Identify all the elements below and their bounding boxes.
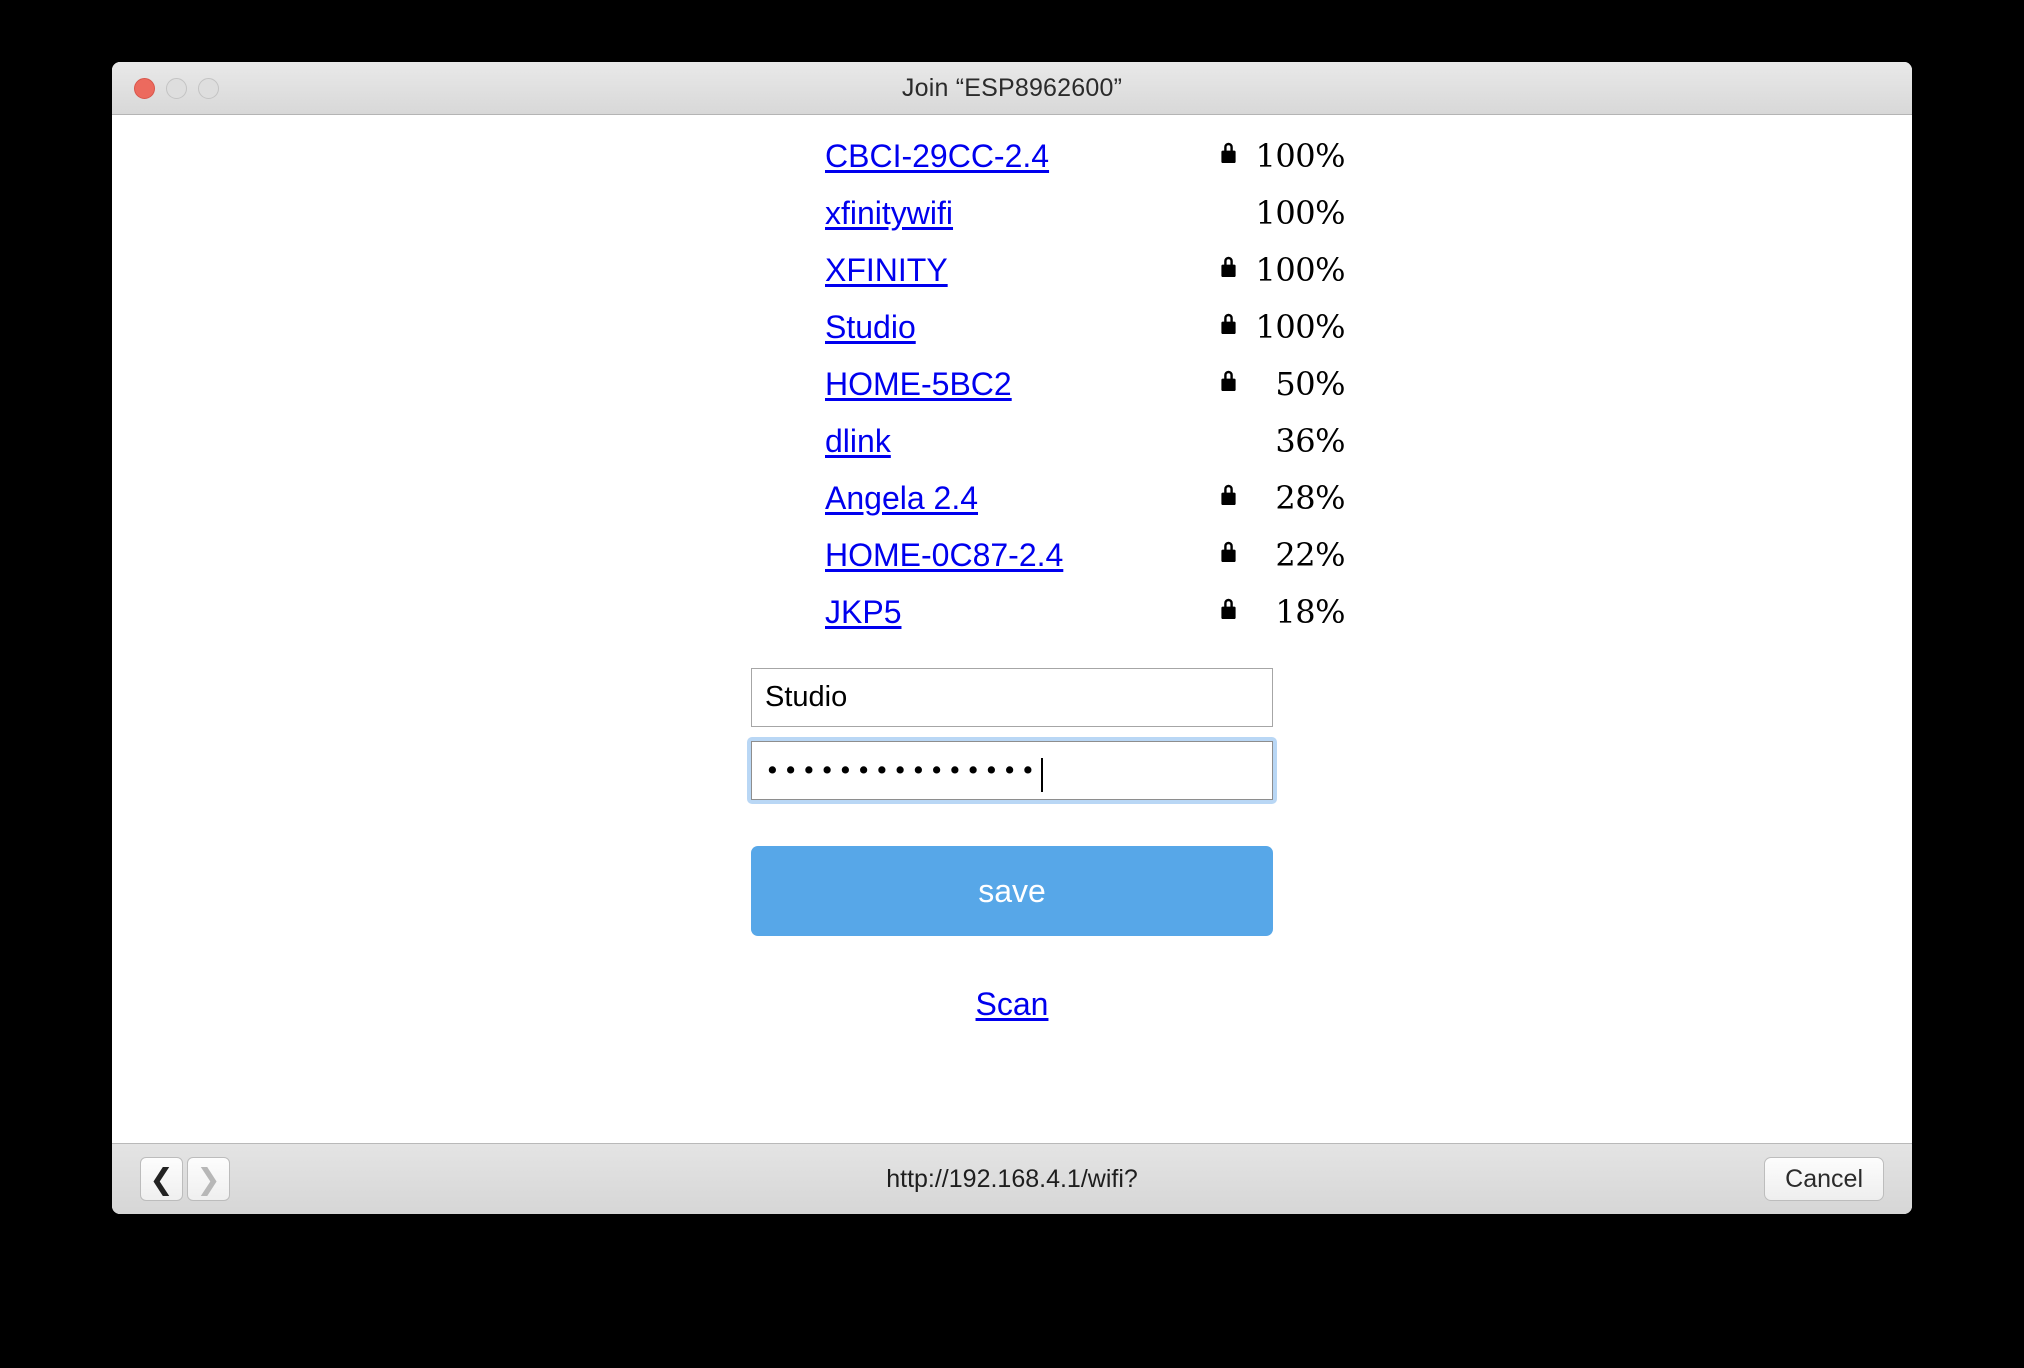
wifi-form: Studio ••••••••••••••• save Scan — [747, 668, 1277, 1023]
network-row: JKP5 18% — [825, 593, 1346, 650]
url-text: http://192.168.4.1/wifi? — [886, 1164, 1138, 1193]
network-row: Studio 100% — [825, 308, 1346, 365]
network-status: 18% — [1190, 593, 1346, 631]
scan-link-container: Scan — [751, 986, 1273, 1023]
lock-icon — [1213, 596, 1243, 621]
network-signal-strength: 22% — [1275, 536, 1345, 574]
network-row: CBCI-29CC-2.4 100% — [825, 137, 1346, 194]
network-signal-strength: 36% — [1275, 422, 1345, 460]
network-ssid-link[interactable]: JKP5 — [825, 594, 1190, 631]
network-signal-strength: 28% — [1275, 479, 1345, 517]
cancel-button[interactable]: Cancel — [1764, 1157, 1884, 1201]
close-window-icon[interactable] — [134, 77, 155, 99]
network-row: dlink 36% — [825, 422, 1346, 479]
back-button[interactable]: ❮ — [140, 1157, 183, 1201]
network-list: CBCI-29CC-2.4 100% xfinitywifi 100% XFINITY 1… — [679, 137, 1346, 650]
password-input[interactable]: ••••••••••••••• — [751, 741, 1273, 800]
cancel-button-label: Cancel — [1785, 1164, 1863, 1193]
network-status: 22% — [1190, 536, 1346, 574]
lock-icon — [1213, 254, 1243, 279]
lock-icon — [1213, 482, 1243, 507]
navigation-button-group: ❮ ❯ — [140, 1157, 230, 1201]
chevron-right-icon: ❯ — [196, 1161, 221, 1196]
network-ssid-link[interactable]: HOME-5BC2 — [825, 366, 1190, 403]
window-title: Join “ESP8962600” — [901, 73, 1123, 102]
password-focus-ring: ••••••••••••••• — [747, 737, 1277, 804]
network-status: 100% — [1190, 251, 1346, 289]
ssid-input[interactable]: Studio — [751, 668, 1273, 727]
browser-bottom-bar: ❮ ❯ http://192.168.4.1/wifi? Cancel — [112, 1143, 1912, 1214]
traffic-light-group — [134, 62, 219, 114]
network-row: HOME-5BC2 50% — [825, 365, 1346, 422]
network-row: XFINITY 100% — [825, 251, 1346, 308]
scan-link[interactable]: Scan — [976, 986, 1049, 1022]
ssid-input-value: Studio — [765, 681, 848, 713]
network-signal-strength: 50% — [1275, 365, 1345, 403]
text-caret — [1040, 757, 1043, 792]
minimize-window-icon[interactable] — [166, 77, 187, 99]
network-status: 100% — [1190, 194, 1346, 232]
network-status: 50% — [1190, 365, 1346, 403]
maximize-window-icon[interactable] — [198, 77, 219, 99]
save-button[interactable]: save — [751, 846, 1273, 936]
lock-icon — [1213, 368, 1243, 393]
password-input-value: ••••••••••••••• — [765, 756, 1039, 785]
save-button-label: save — [978, 872, 1046, 909]
browser-window: Join “ESP8962600” CBCI-29CC-2.4 100% xfini… — [112, 62, 1912, 1214]
network-signal-strength: 100% — [1255, 308, 1346, 346]
network-ssid-link[interactable]: xfinitywifi — [825, 195, 1190, 232]
network-row: xfinitywifi 100% — [825, 194, 1346, 251]
network-ssid-link[interactable]: CBCI-29CC-2.4 — [825, 138, 1190, 175]
chevron-left-icon: ❮ — [149, 1161, 174, 1196]
lock-icon — [1213, 311, 1243, 336]
network-ssid-link[interactable]: HOME-0C87-2.4 — [825, 537, 1190, 574]
forward-button[interactable]: ❯ — [187, 1157, 230, 1201]
network-row: Angela 2.4 28% — [825, 479, 1346, 536]
network-signal-strength: 100% — [1255, 194, 1346, 232]
network-status: 100% — [1190, 308, 1346, 346]
network-signal-strength: 100% — [1255, 251, 1346, 289]
network-signal-strength: 100% — [1255, 137, 1346, 175]
network-status: 100% — [1190, 137, 1346, 175]
network-ssid-link[interactable]: Studio — [825, 309, 1190, 346]
network-ssid-link[interactable]: XFINITY — [825, 252, 1190, 289]
network-ssid-link[interactable]: Angela 2.4 — [825, 480, 1190, 517]
lock-icon — [1213, 539, 1243, 564]
network-status: 28% — [1190, 479, 1346, 517]
network-status: 36% — [1190, 422, 1345, 460]
page-content: CBCI-29CC-2.4 100% xfinitywifi 100% XFINITY 1… — [112, 115, 1912, 1143]
network-row: HOME-0C87-2.4 22% — [825, 536, 1346, 593]
network-ssid-link[interactable]: dlink — [825, 423, 1190, 460]
window-titlebar: Join “ESP8962600” — [112, 62, 1912, 115]
lock-icon — [1213, 140, 1243, 165]
network-signal-strength: 18% — [1275, 593, 1345, 631]
